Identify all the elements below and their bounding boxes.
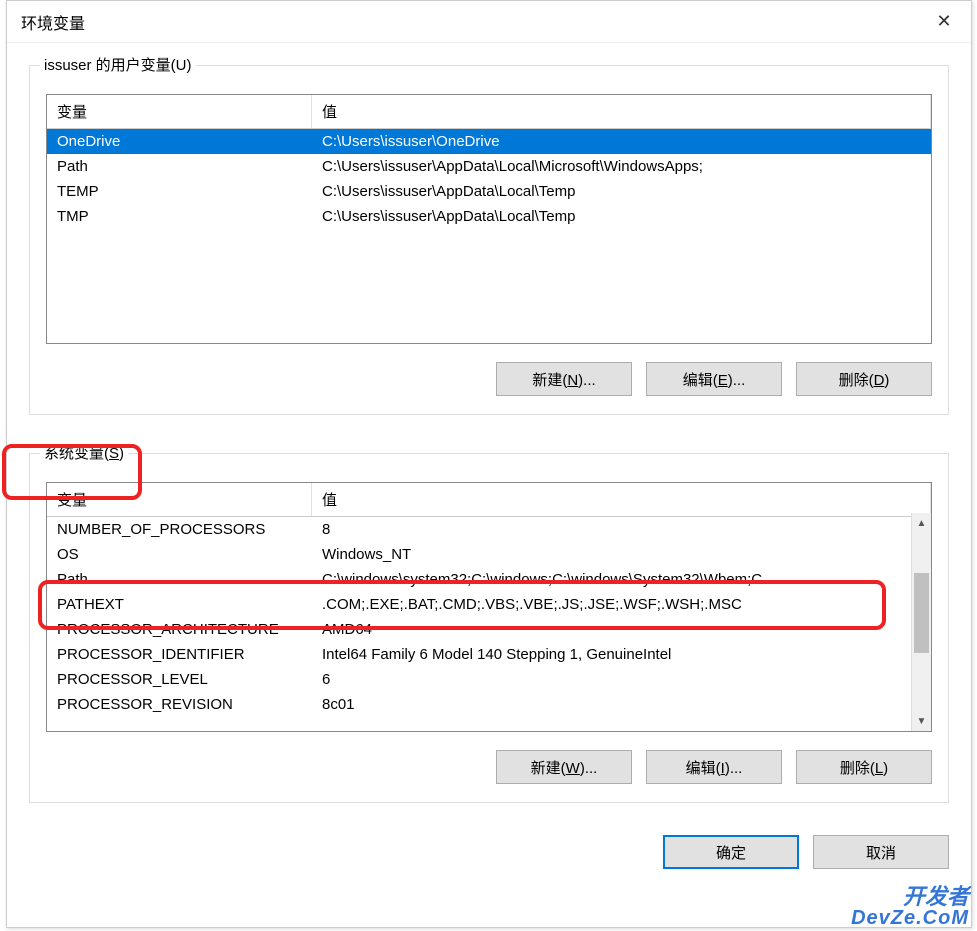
table-row[interactable]: PROCESSOR_REVISION8c01 — [47, 692, 931, 717]
cell-variable: PATHEXT — [47, 592, 312, 617]
col-variable[interactable]: 变量 — [47, 95, 312, 128]
table-row[interactable]: PROCESSOR_LEVEL6 — [47, 667, 931, 692]
cell-value: C:\Users\issuser\OneDrive — [312, 129, 931, 154]
user-vars-group: issuser 的用户变量(U) 变量 值 OneDriveC:\Users\i… — [29, 65, 949, 415]
cell-variable: OneDrive — [47, 129, 312, 154]
system-vars-buttons: 新建(W)... 编辑(I)... 删除(L) — [46, 750, 932, 784]
list-header: 变量 值 — [47, 95, 931, 129]
new-user-button[interactable]: 新建(N)... — [496, 362, 632, 396]
cell-value: 6 — [312, 667, 931, 692]
cell-variable: NUMBER_OF_PROCESSORS — [47, 517, 312, 542]
table-row[interactable]: TEMPC:\Users\issuser\AppData\Local\Temp — [47, 179, 931, 204]
cell-value: .COM;.EXE;.BAT;.CMD;.VBS;.VBE;.JS;.JSE;.… — [312, 592, 931, 617]
user-vars-buttons: 新建(N)... 编辑(E)... 删除(D) — [46, 362, 932, 396]
table-row[interactable]: NUMBER_OF_PROCESSORS8 — [47, 517, 931, 542]
table-row[interactable]: PROCESSOR_IDENTIFIERIntel64 Family 6 Mod… — [47, 642, 931, 667]
titlebar: 环境变量 ✕ — [7, 1, 971, 43]
cell-value: 8 — [312, 517, 931, 542]
user-vars-label: issuser 的用户变量(U) — [40, 54, 196, 75]
edit-sys-button[interactable]: 编辑(I)... — [646, 750, 782, 784]
env-vars-dialog: 环境变量 ✕ issuser 的用户变量(U) 变量 值 OneDriveC:\… — [6, 0, 972, 928]
table-row[interactable]: TMPC:\Users\issuser\AppData\Local\Temp — [47, 204, 931, 229]
system-vars-list[interactable]: 变量 值 NUMBER_OF_PROCESSORS8OSWindows_NTPa… — [46, 482, 932, 732]
table-row[interactable]: OSWindows_NT — [47, 542, 931, 567]
delete-user-button[interactable]: 删除(D) — [796, 362, 932, 396]
system-vars-label: 系统变量(S) — [40, 442, 128, 463]
dialog-buttons: 确定 取消 — [7, 835, 971, 887]
col-value[interactable]: 值 — [312, 95, 931, 128]
col-variable[interactable]: 变量 — [47, 483, 312, 516]
user-vars-list[interactable]: 变量 值 OneDriveC:\Users\issuser\OneDrivePa… — [46, 94, 932, 344]
cell-variable: TEMP — [47, 179, 312, 204]
cell-variable: TMP — [47, 204, 312, 229]
cell-value: Windows_NT — [312, 542, 931, 567]
col-value[interactable]: 值 — [312, 483, 931, 516]
close-icon[interactable]: ✕ — [917, 1, 971, 43]
cell-value: C:\Users\issuser\AppData\Local\Microsoft… — [312, 154, 931, 179]
cancel-button[interactable]: 取消 — [813, 835, 949, 869]
edit-user-button[interactable]: 编辑(E)... — [646, 362, 782, 396]
cell-value: C:\windows\system32;C:\windows;C:\window… — [312, 567, 931, 592]
new-sys-button[interactable]: 新建(W)... — [496, 750, 632, 784]
cell-value: 8c01 — [312, 692, 931, 717]
cell-variable: PROCESSOR_REVISION — [47, 692, 312, 717]
watermark: 开发者 DevZe.CoM — [851, 885, 969, 929]
cell-variable: Path — [47, 154, 312, 179]
cell-value: C:\Users\issuser\AppData\Local\Temp — [312, 179, 931, 204]
cell-variable: PROCESSOR_IDENTIFIER — [47, 642, 312, 667]
cell-value: C:\Users\issuser\AppData\Local\Temp — [312, 204, 931, 229]
cell-value: AMD64 — [312, 617, 931, 642]
cell-variable: PROCESSOR_LEVEL — [47, 667, 312, 692]
scrollbar-thumb[interactable] — [914, 573, 929, 653]
cell-value: Intel64 Family 6 Model 140 Stepping 1, G… — [312, 642, 931, 667]
scroll-up-icon[interactable]: ▲ — [912, 513, 931, 533]
dialog-content: issuser 的用户变量(U) 变量 值 OneDriveC:\Users\i… — [7, 43, 971, 835]
table-row[interactable]: OneDriveC:\Users\issuser\OneDrive — [47, 129, 931, 154]
cell-variable: OS — [47, 542, 312, 567]
system-vars-group: 系统变量(S) 变量 值 NUMBER_OF_PROCESSORS8OSWind… — [29, 453, 949, 803]
ok-button[interactable]: 确定 — [663, 835, 799, 869]
scroll-down-icon[interactable]: ▼ — [912, 711, 931, 731]
list-header: 变量 值 — [47, 483, 931, 517]
table-row[interactable]: PROCESSOR_ARCHITECTUREAMD64 — [47, 617, 931, 642]
cell-variable: PROCESSOR_ARCHITECTURE — [47, 617, 312, 642]
scrollbar[interactable]: ▲ ▼ — [911, 513, 931, 731]
delete-sys-button[interactable]: 删除(L) — [796, 750, 932, 784]
table-row[interactable]: PathC:\Users\issuser\AppData\Local\Micro… — [47, 154, 931, 179]
table-row[interactable]: PathC:\windows\system32;C:\windows;C:\wi… — [47, 567, 931, 592]
dialog-title: 环境变量 — [21, 10, 85, 34]
table-row[interactable]: PATHEXT.COM;.EXE;.BAT;.CMD;.VBS;.VBE;.JS… — [47, 592, 931, 617]
cell-variable: Path — [47, 567, 312, 592]
